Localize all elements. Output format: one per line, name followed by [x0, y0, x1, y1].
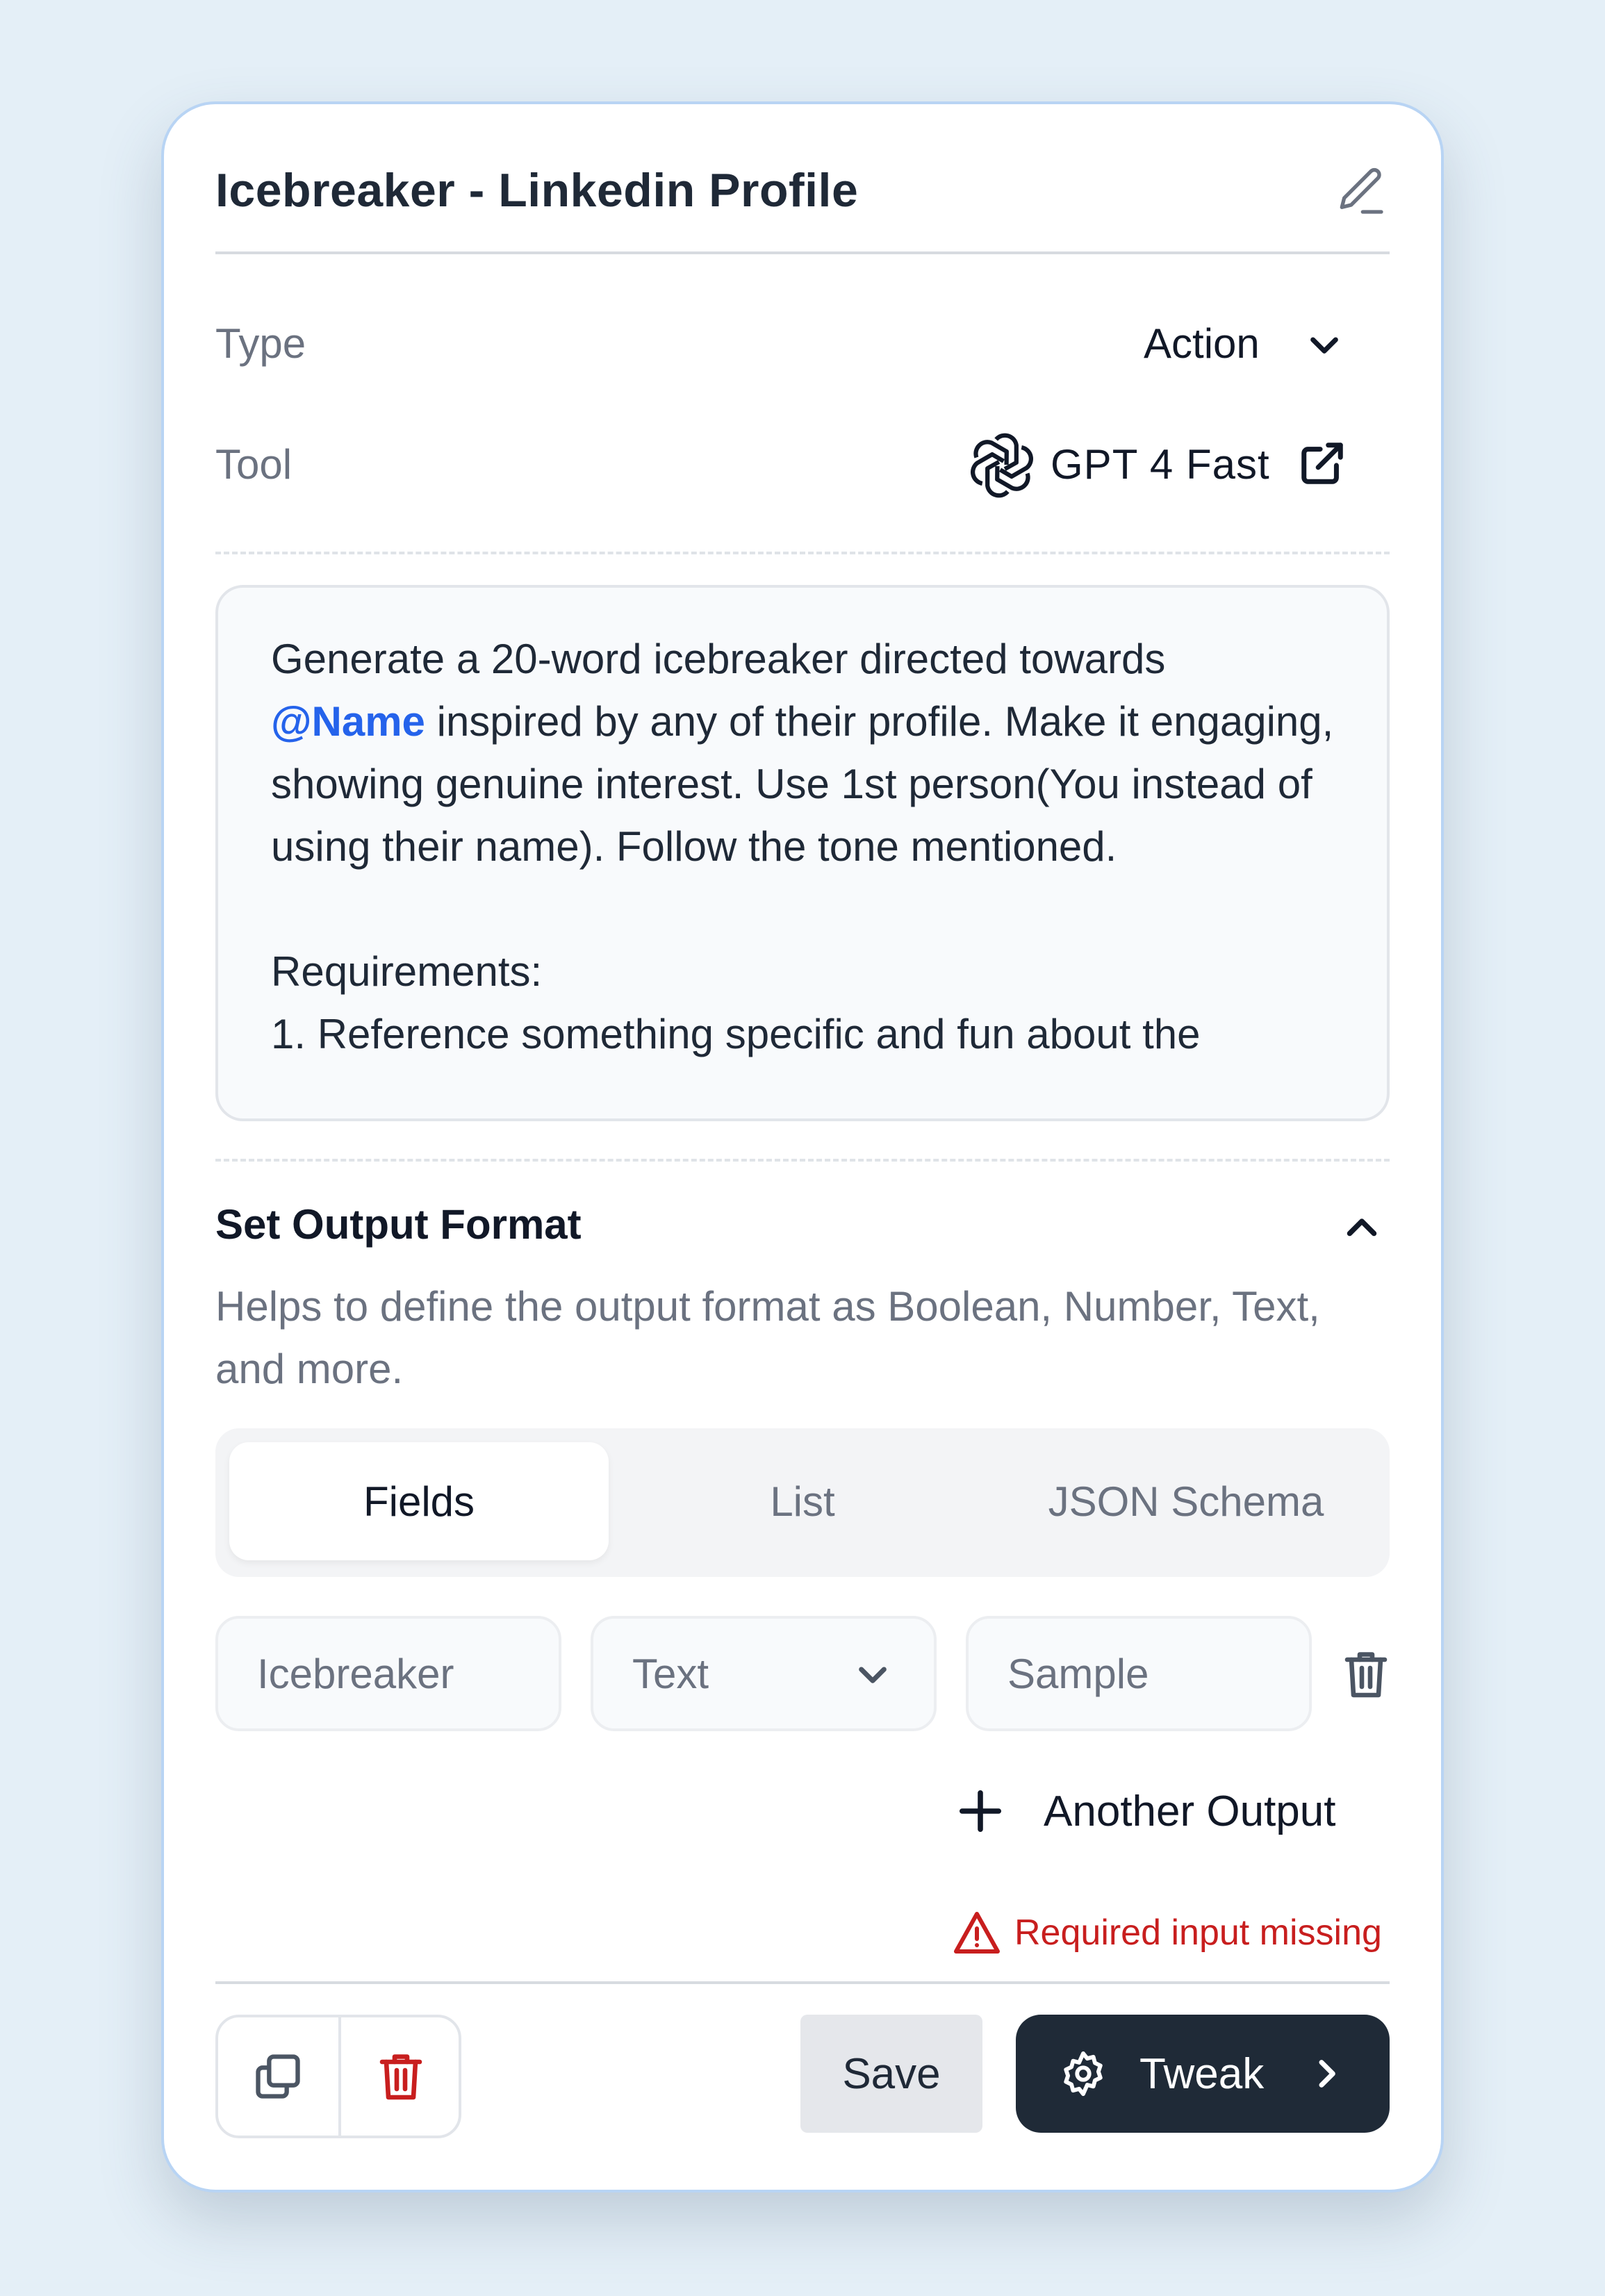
trash-icon: [379, 2054, 422, 2100]
add-output-label: Another Output: [1044, 1787, 1336, 1835]
chevron-right-icon: [1319, 2060, 1336, 2088]
name-mention[interactable]: @Name: [271, 698, 425, 745]
tab-fields[interactable]: Fields: [229, 1442, 609, 1560]
warning-text: Required input missing: [1014, 1913, 1382, 1953]
tweak-label: Tweak: [1139, 2049, 1265, 2098]
external-link-icon[interactable]: [1298, 439, 1347, 488]
node-action-group: [215, 2015, 461, 2138]
warning-icon: [954, 1912, 1000, 1954]
node-title: Icebreaker - Linkedin Profile: [215, 164, 859, 217]
tab-list[interactable]: List: [613, 1442, 992, 1560]
prompt-editor[interactable]: Generate a 20-word icebreaker directed t…: [215, 585, 1390, 1121]
section-divider: [215, 552, 1390, 554]
requirement-item: 1. Reference something specific and fun …: [271, 1011, 1201, 1057]
footer-divider: [215, 1981, 1390, 1984]
duplicate-button[interactable]: [218, 2017, 338, 2136]
chevron-down-icon[interactable]: [1305, 325, 1344, 364]
prompt-text: inspired by any of their profile. Make i…: [271, 698, 1334, 870]
add-output-button[interactable]: Another Output: [956, 1780, 1336, 1842]
validation-warning: Required input missing: [952, 1905, 1382, 1960]
chevron-up-icon[interactable]: [1341, 1207, 1383, 1249]
output-sample-input[interactable]: Sample: [966, 1616, 1312, 1731]
output-format-tabs: Fields List JSON Schema: [215, 1428, 1390, 1577]
tool-label: Tool: [215, 441, 293, 488]
type-label: Type: [215, 320, 306, 367]
prompt-line: Generate a 20-word icebreaker directed t…: [271, 636, 1166, 682]
chevron-down-icon: [859, 1667, 887, 1683]
output-format-description: Helps to define the output format as Boo…: [215, 1283, 1320, 1392]
gear-icon: [1064, 2051, 1103, 2097]
prompt-blank-line: [271, 878, 1335, 941]
prompt-paragraph: @Name inspired by any of their profile. …: [271, 691, 1335, 878]
tool-name: GPT 4 Fast: [1051, 441, 1270, 488]
openai-icon: [971, 433, 1033, 498]
save-button[interactable]: Save: [800, 2015, 982, 2133]
output-name-input[interactable]: Icebreaker: [215, 1616, 561, 1731]
requirements-heading: Requirements:: [271, 948, 543, 995]
title-divider: [215, 251, 1390, 254]
output-format-title[interactable]: Set Output Format: [215, 1200, 582, 1248]
output-type-value: Text: [632, 1650, 709, 1697]
delete-button[interactable]: [341, 2017, 459, 2136]
type-select[interactable]: Action: [1144, 320, 1260, 367]
copy-icon: [256, 2054, 300, 2099]
trash-icon[interactable]: [1341, 1646, 1391, 1702]
output-type-select[interactable]: Text: [591, 1616, 937, 1731]
plus-icon: [959, 1790, 1002, 1833]
section-divider: [215, 1159, 1390, 1162]
pencil-icon[interactable]: [1333, 163, 1388, 219]
node-card: [161, 101, 1444, 2192]
tweak-button[interactable]: Tweak: [1016, 2015, 1390, 2133]
tab-json-schema[interactable]: JSON Schema: [996, 1442, 1376, 1560]
